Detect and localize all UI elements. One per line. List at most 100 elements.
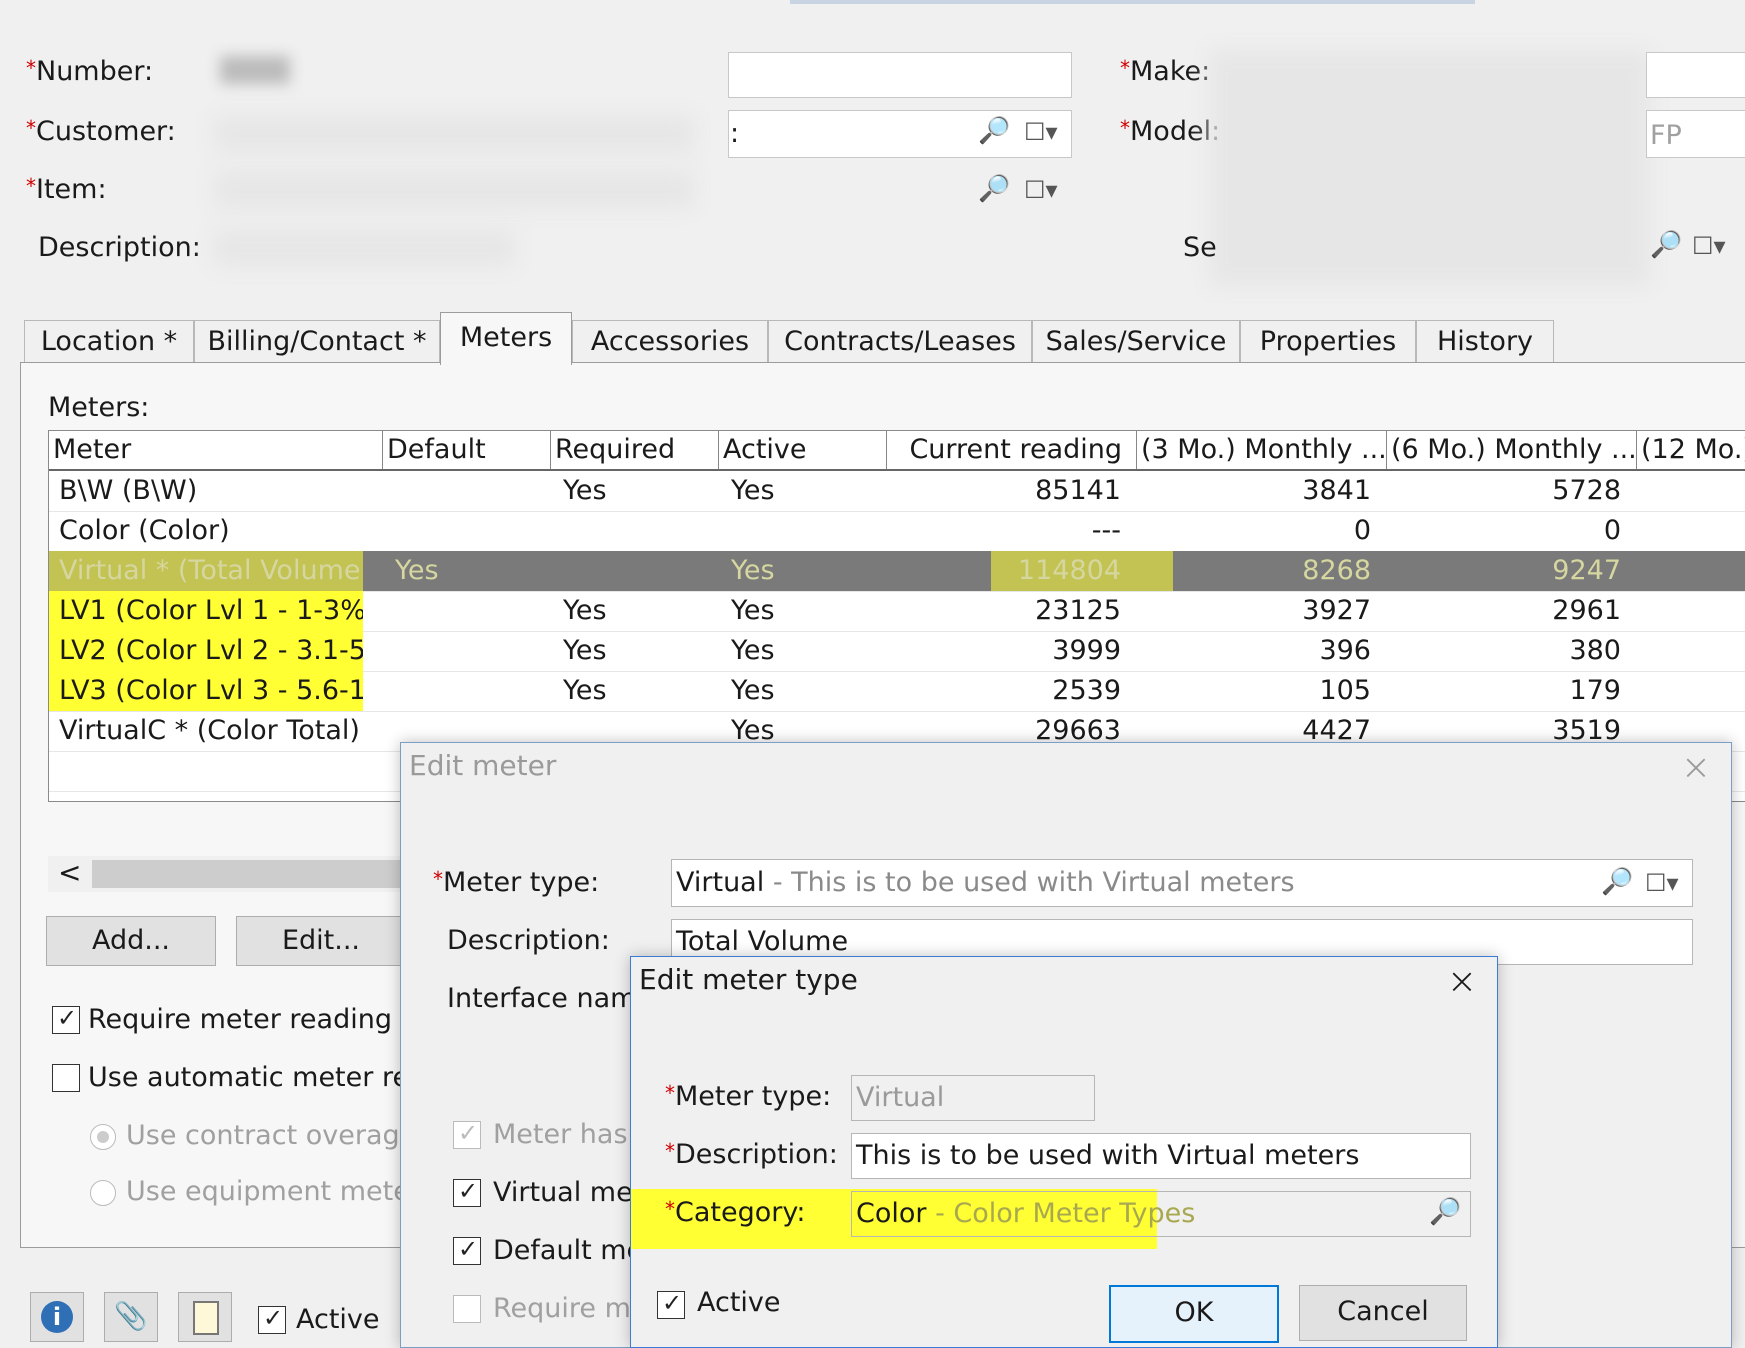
cell-3mo: 3841: [1302, 475, 1371, 506]
number-input[interactable]: [728, 52, 1072, 98]
se-lookup-icon[interactable]: 🔎: [1650, 230, 1682, 260]
cell-meter: LV2 (Color Lvl 2 - 3.1-5...: [49, 631, 363, 671]
cell-6mo: 179: [1569, 675, 1621, 706]
cell-6mo: 5728: [1552, 475, 1621, 506]
use-contract-overage-radio[interactable]: [90, 1124, 116, 1150]
info-button[interactable]: i: [30, 1292, 84, 1342]
table-row-selected[interactable]: Virtual * (Total Volume) Yes Yes 114804 …: [49, 551, 1745, 592]
use-equipment-meter-radio[interactable]: [90, 1180, 116, 1206]
active-label: Active: [697, 1287, 781, 1318]
edit-meter-button[interactable]: Edit...: [236, 916, 406, 966]
col-3mo-monthly[interactable]: (3 Mo.) Monthly ...: [1137, 431, 1387, 469]
add-meter-button[interactable]: Add...: [46, 916, 216, 966]
se-dropdown-icon[interactable]: ☐▾: [1692, 232, 1726, 260]
category-input[interactable]: Color - Color Meter Types: [851, 1191, 1471, 1237]
active-checkbox[interactable]: ✓: [258, 1304, 286, 1334]
customer-value: [214, 116, 694, 152]
table-row[interactable]: LV3 (Color Lvl 3 - 5.6-1... Yes Yes 2539…: [49, 671, 1745, 712]
cell-3mo: 3927: [1302, 595, 1371, 626]
scroll-left-arrow[interactable]: <: [58, 856, 81, 889]
virtual-meter-checkbox[interactable]: ✓: [453, 1177, 481, 1207]
dialog-title: Edit meter type: [639, 963, 858, 996]
meter-has-checkbox[interactable]: ✓: [453, 1119, 481, 1149]
col-required[interactable]: Required: [551, 431, 719, 469]
number-value: [220, 56, 290, 84]
cell-active: Yes: [731, 675, 775, 706]
use-contract-overage-label: Use contract overage: [126, 1120, 417, 1151]
require-meter-label: Require me: [493, 1293, 648, 1324]
table-row[interactable]: LV2 (Color Lvl 2 - 3.1-5... Yes Yes 3999…: [49, 631, 1745, 672]
col-current-reading[interactable]: Current reading: [887, 431, 1137, 469]
cell-6mo: 2961: [1552, 595, 1621, 626]
ok-button[interactable]: OK: [1109, 1285, 1279, 1343]
col-default[interactable]: Default: [383, 431, 551, 469]
require-reading-label: Require meter reading on: [88, 1004, 435, 1035]
item-dropdown-icon[interactable]: ☐▾: [1024, 176, 1058, 204]
make-model-value: [1210, 50, 1650, 286]
cell-meter: Virtual * (Total Volume): [49, 551, 363, 591]
cell-active: Yes: [731, 475, 775, 506]
tab-location[interactable]: Location *: [24, 320, 194, 363]
tab-history[interactable]: History: [1416, 320, 1554, 363]
cell-active: Yes: [731, 595, 775, 626]
default-meter-checkbox[interactable]: ✓: [453, 1235, 481, 1265]
tab-properties[interactable]: Properties: [1240, 320, 1416, 363]
attach-button[interactable]: 📎: [104, 1292, 158, 1342]
cell-required: Yes: [563, 475, 607, 506]
table-row[interactable]: LV1 (Color Lvl 1 - 1-3%) Yes Yes 23125 3…: [49, 591, 1745, 632]
col-12mo-monthly[interactable]: (12 Mo.): [1637, 431, 1745, 469]
model-suffix: FP: [1650, 120, 1682, 151]
meter-type-lookup-icon[interactable]: 🔎: [1601, 867, 1633, 897]
document-icon: [193, 1301, 219, 1335]
item-value: [214, 172, 694, 208]
description-label: Description:: [38, 232, 201, 263]
require-reading-checkbox[interactable]: ✓: [52, 1004, 80, 1034]
tab-sales-service[interactable]: Sales/Service: [1032, 320, 1240, 363]
cell-6mo: 0: [1603, 515, 1621, 546]
make-input[interactable]: [1646, 52, 1745, 98]
tab-meters[interactable]: Meters: [440, 312, 572, 365]
cell-3mo: 396: [1319, 635, 1371, 666]
paperclip-icon: 📎: [114, 1301, 148, 1332]
cancel-button[interactable]: Cancel: [1299, 1285, 1467, 1341]
item-lookup-icon[interactable]: 🔎: [978, 174, 1010, 204]
tab-accessories[interactable]: Accessories: [572, 320, 768, 363]
cell-meter: LV3 (Color Lvl 3 - 5.6-1...: [49, 671, 363, 711]
description-label: Description:: [447, 925, 610, 956]
col-active[interactable]: Active: [719, 431, 887, 469]
default-meter-label: Default me: [493, 1235, 644, 1266]
customer-dropdown-icon[interactable]: ☐▾: [1024, 118, 1058, 146]
dialog-title: Edit meter: [409, 749, 557, 782]
col-meter[interactable]: Meter: [49, 431, 383, 469]
customer-input[interactable]: [728, 110, 1072, 158]
use-equipment-meter-label: Use equipment meter r: [126, 1176, 441, 1207]
cell-active: Yes: [731, 555, 775, 586]
close-icon[interactable]: ×: [1447, 961, 1477, 1002]
meters-section-label: Meters:: [48, 392, 150, 423]
close-icon[interactable]: ×: [1681, 747, 1711, 788]
tab-billing-contact[interactable]: Billing/Contact *: [194, 320, 440, 363]
cell-3mo: 105: [1319, 675, 1371, 706]
grid-header: Meter Default Required Active Current re…: [49, 431, 1745, 471]
notes-button[interactable]: [178, 1292, 232, 1342]
meter-type-input[interactable]: Virtual - This is to be used with Virtua…: [671, 859, 1693, 907]
grid-horizontal-scrollbar[interactable]: <: [48, 856, 408, 892]
cell-current: 114804: [991, 551, 1173, 591]
table-row[interactable]: Color (Color) --- 0 0: [49, 511, 1745, 552]
tab-contracts-leases[interactable]: Contracts/Leases: [768, 320, 1032, 363]
cell-required: Yes: [563, 675, 607, 706]
table-row[interactable]: B\W (B\W) Yes Yes 85141 3841 5728: [49, 471, 1745, 512]
customer-lookup-icon[interactable]: 🔎: [978, 116, 1010, 146]
col-6mo-monthly[interactable]: (6 Mo.) Monthly ...: [1387, 431, 1637, 469]
require-meter-checkbox[interactable]: [453, 1295, 481, 1323]
use-automatic-checkbox[interactable]: [52, 1064, 80, 1092]
meter-type-dropdown-icon[interactable]: ☐▾: [1645, 869, 1679, 897]
scroll-thumb[interactable]: [92, 860, 408, 888]
meter-has-label: Meter has: [493, 1119, 628, 1150]
cell-current: 23125: [1035, 595, 1121, 626]
description-input[interactable]: This is to be used with Virtual meters: [851, 1133, 1471, 1179]
model-label: *Model:: [1120, 116, 1221, 147]
active-checkbox[interactable]: ✓: [657, 1289, 685, 1319]
virtual-meter-label: Virtual met: [493, 1177, 644, 1208]
category-lookup-icon[interactable]: 🔎: [1429, 1197, 1461, 1227]
